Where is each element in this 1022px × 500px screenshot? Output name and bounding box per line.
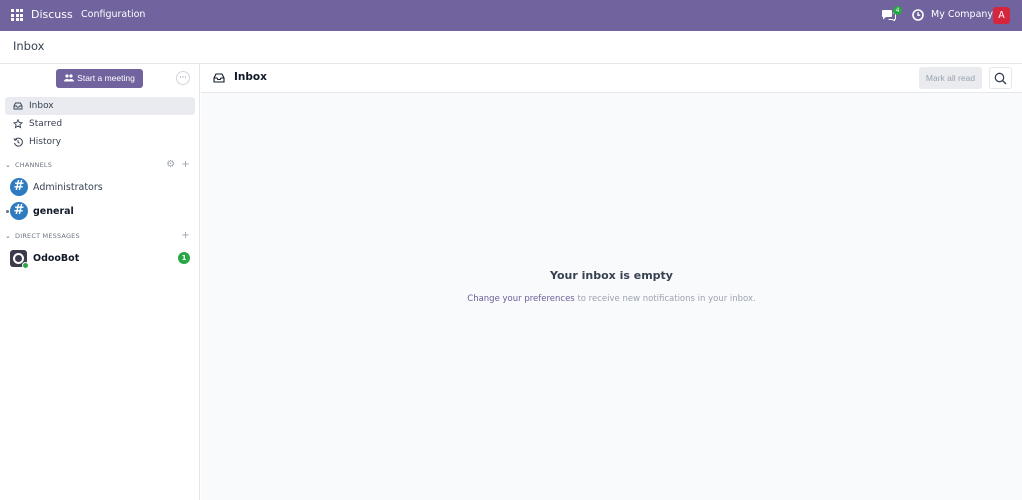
search-icon [994,72,1007,84]
chat-badge: 4 [893,6,902,15]
mark-all-read-button[interactable]: Mark all read [919,67,982,89]
users-icon [64,74,75,82]
discuss-sidebar: Start a meeting ··· Inbox Starred Histor… [0,64,200,500]
history-icon [11,136,25,148]
sidebar-item-inbox[interactable]: Inbox [5,97,195,115]
sidebar-more-icon[interactable]: ··· [176,71,190,85]
chevron-down-icon: ⌄ [5,161,12,169]
dm-label: OdooBot [33,252,80,264]
empty-state-title: Your inbox is empty [550,269,673,282]
unread-indicator [6,210,9,213]
empty-state-text: to receive new notifications in your inb… [574,294,756,304]
activity-clock-icon[interactable] [912,9,924,21]
thread-title: Inbox [234,71,267,83]
channels-category[interactable]: ⌄ CHANNELS ⚙ + [5,159,195,171]
gear-icon[interactable]: ⚙ [166,159,175,171]
sidebar-item-label: Inbox [29,101,54,111]
channel-hash-icon: # [10,178,28,196]
thread-header: Inbox Mark all read [201,64,1022,93]
dm-header: DIRECT MESSAGES [15,232,80,240]
inbox-icon [213,73,225,83]
change-preferences-link[interactable]: Change your preferences [467,294,574,304]
channels-header: CHANNELS [15,161,53,169]
sidebar-item-label: History [29,137,62,147]
top-navbar: Discuss Configuration 4 My Company A [0,0,1022,31]
empty-state-subtitle: Change your preferences to receive new n… [201,294,1022,304]
search-button[interactable] [989,67,1012,89]
chevron-down-icon: ⌄ [5,232,12,240]
add-dm-icon[interactable]: + [181,230,190,242]
unread-badge: 1 [178,252,190,264]
sidebar-item-label: Starred [29,119,63,129]
sidebar-item-starred[interactable]: Starred [5,115,195,133]
apps-menu-icon[interactable] [11,9,23,21]
app-name[interactable]: Discuss [31,8,73,21]
add-channel-icon[interactable]: + [181,159,190,171]
odoobot-avatar [10,249,29,269]
online-status-icon [22,261,29,269]
channel-general[interactable]: # general [5,200,195,222]
dm-odoobot[interactable]: OdooBot 1 [5,247,195,269]
channel-hash-icon: # [10,202,28,220]
user-avatar[interactable]: A [993,7,1010,24]
sidebar-item-history[interactable]: History [5,133,195,151]
start-meeting-button[interactable]: Start a meeting [56,69,143,88]
channel-label: Administrators [33,181,103,193]
menu-configuration[interactable]: Configuration [81,9,145,20]
direct-messages-category[interactable]: ⌄ DIRECT MESSAGES + [5,230,195,242]
breadcrumb: Inbox [13,39,45,53]
channel-label: general [33,205,74,217]
inbox-icon [11,100,25,112]
company-switcher[interactable]: My Company [931,9,993,20]
thread-view: Inbox Mark all read Your inbox is empty … [201,64,1022,500]
channel-administrators[interactable]: # Administrators [5,176,195,198]
control-panel: Inbox [0,31,1022,64]
start-meeting-label: Start a meeting [77,73,135,83]
star-icon [11,118,25,130]
